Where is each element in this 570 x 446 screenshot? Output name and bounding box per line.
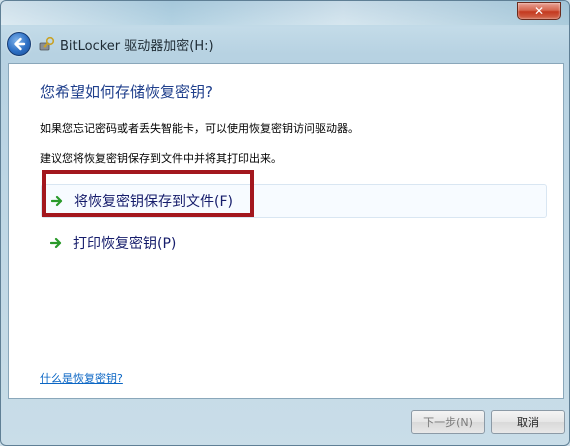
content-panel: 您希望如何存储恢复密钥? 如果您忘记密码或者丢失智能卡，可以使用恢复密钥访问驱动…: [8, 63, 564, 399]
back-arrow-icon: [14, 37, 26, 51]
page-heading: 您希望如何存储恢复密钥?: [40, 83, 213, 101]
green-arrow-icon: [49, 236, 63, 250]
dialog-window: ✕ BitLocker 驱动器加密(H:) 您希望如何存储恢复密钥? 如果您忘记…: [0, 0, 570, 446]
print-key-option[interactable]: 打印恢复密钥(P): [41, 226, 547, 260]
bitlocker-key-icon: [39, 36, 55, 52]
save-to-file-label: 将恢复密钥保存到文件(F): [74, 194, 233, 210]
navigation-bar: BitLocker 驱动器加密(H:): [7, 29, 567, 59]
dialog-footer: 下一步(N) 取消: [1, 399, 569, 445]
window-title: BitLocker 驱动器加密(H:): [60, 38, 214, 54]
next-button[interactable]: 下一步(N): [411, 410, 485, 434]
save-to-file-option[interactable]: 将恢复密钥保存到文件(F): [41, 184, 547, 218]
close-icon: ✕: [533, 4, 545, 18]
print-key-label: 打印恢复密钥(P): [73, 236, 177, 252]
back-button[interactable]: [7, 32, 31, 56]
close-button[interactable]: ✕: [517, 2, 561, 20]
recommendation-text: 建议您将恢复密钥保存到文件中并将其打印出来。: [40, 152, 282, 165]
green-arrow-icon: [50, 194, 64, 208]
help-link[interactable]: 什么是恢复密钥?: [40, 370, 123, 386]
aero-title-band: [1, 1, 569, 25]
description-text: 如果您忘记密码或者丢失智能卡，可以使用恢复密钥访问驱动器。: [40, 122, 359, 135]
cancel-button[interactable]: 取消: [491, 410, 565, 434]
